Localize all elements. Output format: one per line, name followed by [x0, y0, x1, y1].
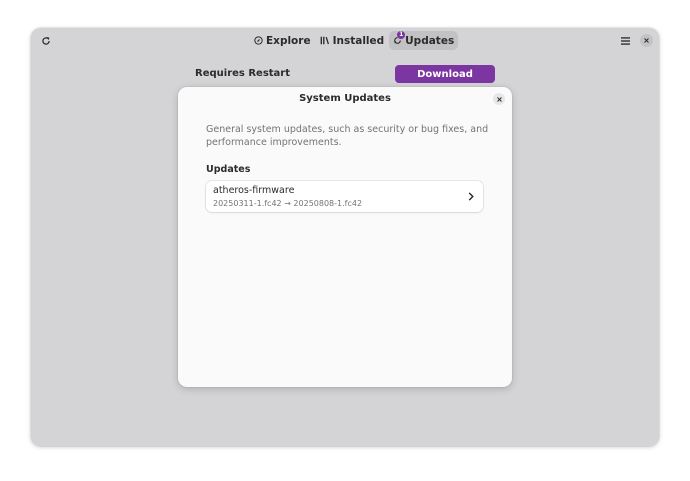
header-bar: Explore Installed 1 Updates: [31, 28, 659, 53]
updates-count-badge: 1: [397, 31, 406, 39]
dialog-description: General system updates, such as security…: [206, 124, 489, 148]
dialog-close-button[interactable]: [493, 93, 505, 105]
tab-explore[interactable]: Explore: [250, 31, 315, 50]
tab-updates-label: Updates: [405, 34, 455, 47]
tab-installed-label: Installed: [332, 34, 385, 47]
update-package-name: atheros-firmware: [213, 185, 295, 196]
close-icon: [644, 38, 649, 43]
tab-updates[interactable]: 1 Updates: [389, 31, 459, 50]
updates-icon-wrap: 1: [393, 31, 406, 45]
tab-explore-label: Explore: [266, 34, 311, 47]
view-switcher: Explore Installed 1 Updates: [250, 31, 459, 50]
chevron-right-icon: [468, 192, 474, 201]
dialog-title: System Updates: [299, 93, 391, 104]
compass-icon: [254, 36, 263, 45]
main-menu-button[interactable]: [617, 33, 633, 49]
tab-installed[interactable]: Installed: [316, 31, 389, 50]
refresh-button[interactable]: [38, 33, 54, 49]
hamburger-menu-icon: [620, 37, 630, 45]
requires-restart-label: Requires Restart: [195, 68, 291, 79]
download-button[interactable]: Download: [395, 65, 495, 83]
app-window: Explore Installed 1 Updates Requires Res…: [31, 28, 659, 446]
window-close-button[interactable]: [640, 34, 653, 47]
refresh-icon: [42, 36, 50, 45]
update-version-change: 20250311-1.fc42 → 20250808-1.fc42: [213, 199, 363, 208]
update-row[interactable]: atheros-firmware 20250311-1.fc42 → 20250…: [206, 181, 483, 212]
updates-section-title: Updates: [206, 164, 251, 175]
close-icon: [496, 96, 502, 102]
library-icon: [320, 36, 329, 45]
system-updates-dialog: System Updates General system updates, s…: [178, 87, 512, 387]
